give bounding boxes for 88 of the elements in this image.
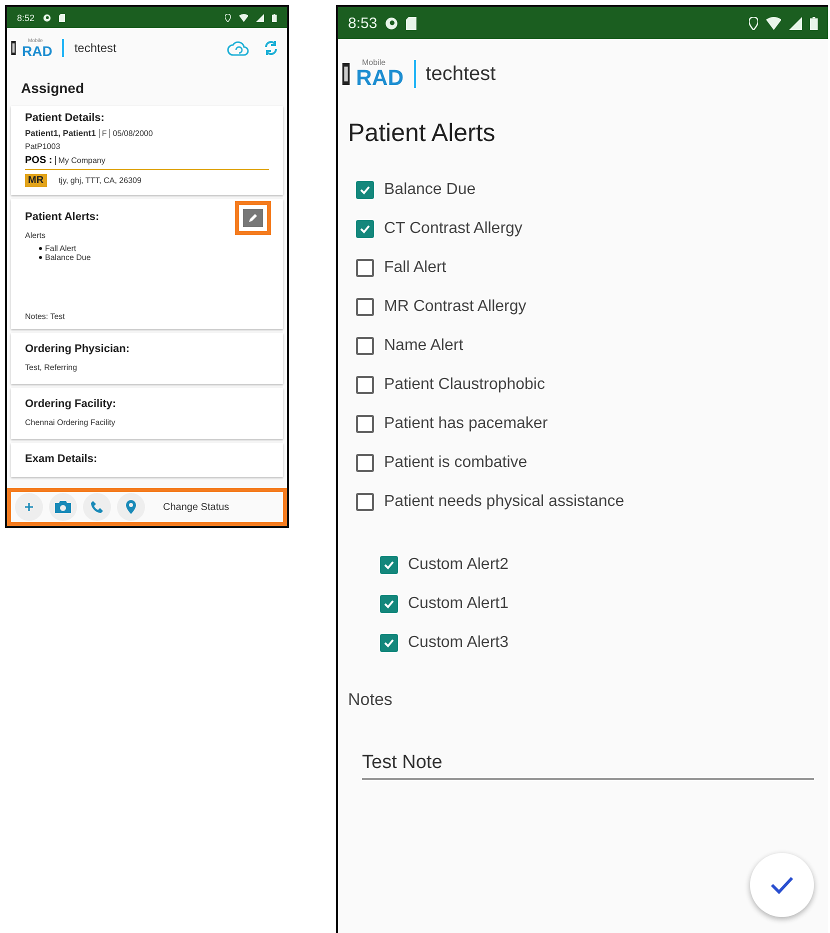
logo-mark-icon — [342, 63, 350, 85]
card-title: Ordering Facility: — [25, 398, 116, 410]
wifi-icon — [238, 14, 248, 22]
checkbox-label: Name Alert — [384, 336, 464, 354]
checkbox[interactable] — [380, 594, 398, 612]
checkmark-icon — [383, 598, 395, 610]
signal-icon — [256, 14, 264, 22]
status-time: 8:53 — [348, 14, 378, 32]
card-title: Exam Details: — [25, 453, 98, 465]
checkbox-label: Fall Alert — [384, 258, 446, 276]
checkbox[interactable] — [356, 414, 374, 432]
checkbox[interactable] — [356, 454, 374, 472]
checkmark-icon — [770, 876, 794, 894]
checkmark-icon — [383, 636, 395, 648]
patient-id: PatP1003 — [25, 142, 62, 151]
checkbox-label: Patient Claustrophobic — [384, 376, 545, 394]
checkbox-label: Patient needs physical assistance — [384, 492, 624, 510]
checkbox[interactable] — [356, 376, 374, 394]
checkbox[interactable] — [356, 220, 374, 238]
logo-text: RAD — [22, 44, 52, 58]
notes-label: Notes — [348, 690, 394, 710]
sd-card-icon — [406, 16, 417, 30]
patient-address: tjy, ghj, TTT, CA, 26309 — [58, 176, 142, 185]
location-icon — [748, 16, 758, 30]
checkbox-label: Patient has pacemaker — [384, 414, 548, 432]
add-button[interactable] — [15, 493, 43, 521]
logo-subtitle: Mobile — [362, 59, 387, 67]
battery-icon — [272, 14, 277, 22]
checkbox[interactable] — [356, 336, 374, 354]
sd-card-icon — [58, 14, 65, 22]
confirm-button[interactable] — [750, 853, 814, 917]
checkmark-icon — [359, 222, 371, 234]
checkbox-label: Patient is combative — [384, 454, 528, 472]
checkbox[interactable] — [380, 634, 398, 652]
battery-icon — [810, 16, 818, 30]
checkbox-label: CT Contrast Allergy — [384, 220, 522, 238]
alert-notes: Notes: Test — [25, 312, 66, 321]
card-value: Test, Referring — [25, 363, 78, 372]
checkbox-label: Custom Alert1 — [408, 594, 508, 612]
pencil-icon — [248, 213, 258, 223]
wifi-icon — [766, 16, 782, 30]
modality-badge: MR — [25, 174, 47, 187]
camera-icon — [55, 501, 71, 513]
section-heading: Assigned — [21, 80, 86, 96]
phone-icon — [90, 500, 104, 514]
status-app-icon — [385, 16, 398, 30]
checkbox[interactable] — [356, 180, 374, 198]
edit-button[interactable] — [243, 209, 263, 227]
account-name: techtest — [74, 41, 116, 55]
refresh-icon[interactable] — [263, 40, 279, 56]
patient-dob: 05/08/2000 — [112, 128, 153, 138]
plus-icon — [24, 502, 34, 512]
card-title: Patient Alerts: — [25, 211, 100, 223]
cloud-sync-icon[interactable] — [227, 40, 249, 56]
logo-mark-icon — [11, 41, 16, 55]
logo-text: RAD — [356, 67, 404, 89]
map-pin-icon — [126, 500, 136, 514]
checkbox-label: MR Contrast Allergy — [384, 298, 526, 316]
card-title: Patient Details: — [25, 112, 104, 124]
alerts-label: Alerts — [25, 231, 46, 240]
phone-button[interactable] — [83, 493, 111, 521]
checkbox[interactable] — [356, 492, 374, 510]
pos-label: POS : — [25, 155, 52, 166]
card-value: Chennai Ordering Facility — [25, 418, 116, 427]
page-title: Patient Alerts — [348, 119, 496, 148]
status-app-icon — [42, 14, 51, 22]
location-icon — [225, 14, 231, 22]
account-name: techtest — [426, 62, 496, 86]
checkbox[interactable] — [356, 258, 374, 276]
checkbox-label: Custom Alert3 — [408, 634, 508, 652]
notes-field[interactable]: Test Note — [362, 752, 814, 780]
alert-item: Balance Due — [45, 253, 91, 262]
checkmark-icon — [383, 558, 395, 570]
camera-button[interactable] — [49, 493, 77, 521]
pos-value: My Company — [55, 156, 106, 165]
location-button[interactable] — [117, 493, 145, 521]
card-title: Ordering Physician: — [25, 343, 130, 355]
checkbox-label: Custom Alert2 — [408, 556, 508, 574]
checkbox[interactable] — [356, 298, 374, 316]
patient-sex: F — [98, 128, 110, 138]
checkbox-label: Balance Due — [384, 180, 476, 198]
patient-name: Patient1, Patient1 — [25, 128, 96, 138]
alert-item: Fall Alert — [45, 244, 76, 253]
checkmark-icon — [359, 184, 371, 196]
status-time: 8:52 — [17, 12, 35, 22]
signal-icon — [789, 16, 802, 30]
checkbox[interactable] — [380, 556, 398, 574]
change-status-button[interactable]: Change Status — [157, 500, 236, 514]
